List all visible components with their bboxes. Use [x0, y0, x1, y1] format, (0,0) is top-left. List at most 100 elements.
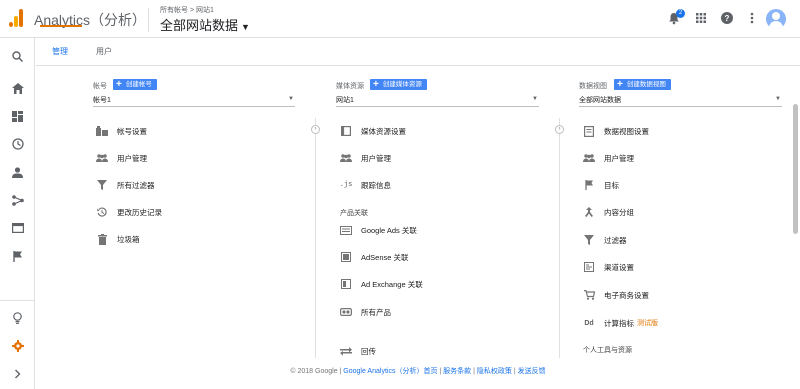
menu-ad-exchange-linking-label: Ad Exchange 关联 — [361, 279, 423, 289]
menu-all-filters[interactable]: 所有过滤器 — [96, 178, 155, 192]
footer-link-terms[interactable]: 服务条款 — [443, 368, 471, 375]
header-divider — [148, 8, 149, 32]
plus-icon: + — [116, 79, 122, 90]
menu-content-grouping[interactable]: 内容分组 — [583, 205, 634, 219]
menu-ecommerce-settings-label: 电子商务设置 — [604, 290, 649, 300]
account-avatar[interactable] — [766, 9, 786, 29]
menu-property-settings-label: 媒体资源设置 — [361, 126, 406, 136]
view-selector[interactable]: 全部网站数据 ▼ — [160, 15, 250, 34]
footer-link-feedback[interactable]: 发送反馈 — [518, 368, 546, 375]
dropdown-caret-icon: ▼ — [775, 96, 781, 102]
more-vert-icon[interactable] — [745, 11, 759, 25]
help-icon[interactable]: ? — [720, 11, 734, 25]
breadcrumb[interactable]: 所有帐号 > 网站1 — [160, 5, 214, 15]
menu-change-history[interactable]: 更改历史记录 — [96, 205, 162, 219]
menu-account-user-management[interactable]: 用户管理 — [96, 151, 147, 165]
apps-grid-icon[interactable] — [694, 11, 708, 25]
property-column-label: 媒体资源 — [336, 83, 364, 90]
menu-account-settings[interactable]: 帐号设置 — [96, 124, 147, 138]
menu-calculated-metrics[interactable]: Dd 计算指标 测试版 — [583, 316, 658, 330]
menu-property-user-management-label: 用户管理 — [361, 153, 391, 163]
audience-person-icon[interactable] — [0, 160, 35, 184]
top-app-bar: Analytics（分析） 所有帐号 > 网站1 全部网站数据 ▼ 2 ? — [0, 0, 800, 38]
property-window-icon — [340, 126, 352, 136]
menu-view-user-management[interactable]: 用户管理 — [583, 151, 634, 165]
behavior-icon[interactable] — [0, 216, 35, 240]
menu-property-settings[interactable]: 媒体资源设置 — [340, 124, 406, 138]
menu-adsense-linking[interactable]: AdSense 关联 — [340, 250, 409, 264]
view-column-label: 数据视图 — [579, 83, 607, 90]
menu-google-ads-linking[interactable]: Google Ads 关联 — [340, 223, 417, 237]
create-view-button[interactable]: + 创建数据视图 — [614, 79, 671, 90]
home-icon[interactable] — [0, 76, 35, 100]
menu-ad-exchange-linking[interactable]: Ad Exchange 关联 — [340, 277, 423, 291]
column-divider — [559, 118, 560, 358]
menu-view-filters[interactable]: 过滤器 — [583, 233, 627, 247]
content-grouping-icon — [583, 207, 595, 217]
menu-trash[interactable]: 垃圾箱 — [96, 232, 140, 246]
document-icon — [583, 125, 595, 137]
page-scrollbar[interactable] — [793, 104, 798, 234]
menu-postbacks-label: 回传 — [361, 346, 376, 356]
people-icon — [583, 153, 595, 163]
acquisition-icon[interactable] — [0, 188, 35, 212]
app-title[interactable]: Analytics（分析） — [34, 10, 146, 30]
menu-all-products[interactable]: 所有产品 — [340, 305, 391, 319]
search-icon[interactable] — [0, 44, 35, 68]
menu-property-user-management[interactable]: 用户管理 — [340, 151, 391, 165]
menu-view-settings[interactable]: 数据视图设置 — [583, 124, 649, 138]
shopping-cart-icon — [583, 290, 595, 300]
notification-count-badge: 2 — [676, 9, 685, 18]
customization-icon[interactable] — [0, 104, 35, 128]
menu-goals[interactable]: 目标 — [583, 178, 619, 192]
rail-divider — [0, 300, 35, 301]
adsense-link-icon — [340, 252, 352, 262]
active-tab-indicator — [40, 25, 82, 27]
create-account-button[interactable]: + 创建帐号 — [113, 79, 157, 90]
js-icon: .js — [339, 181, 353, 189]
chevron-down-icon: ▼ — [241, 22, 250, 32]
menu-postbacks[interactable]: 回传 — [340, 344, 376, 358]
filter-funnel-icon — [583, 235, 595, 245]
menu-ecommerce-settings[interactable]: 电子商务设置 — [583, 288, 649, 302]
tab-admin[interactable]: 管理 — [52, 46, 68, 57]
discover-lightbulb-icon[interactable] — [0, 306, 35, 330]
history-icon — [96, 207, 108, 217]
account-select[interactable]: 帐号1 ▼ — [93, 95, 295, 107]
menu-channel-settings[interactable]: 渠道设置 — [583, 260, 634, 274]
trash-icon — [96, 233, 108, 245]
footer-link-privacy[interactable]: 隐私权政策 — [477, 368, 512, 375]
expand-chevron-right-icon[interactable] — [0, 362, 35, 386]
tab-users[interactable]: 用户 — [96, 46, 112, 57]
property-select-value: 网站1 — [336, 97, 354, 104]
menu-tracking-info[interactable]: .js 跟踪信息 — [340, 178, 391, 192]
dropdown-caret-icon: ▼ — [288, 96, 294, 102]
property-select[interactable]: 网站1 ▼ — [336, 95, 539, 107]
create-property-label: 创建媒体资源 — [382, 81, 422, 88]
postback-arrows-icon — [340, 346, 352, 356]
conversions-flag-icon[interactable] — [0, 244, 35, 268]
left-nav-rail — [0, 38, 35, 389]
menu-view-filters-label: 过滤器 — [604, 235, 627, 245]
menu-view-user-management-label: 用户管理 — [604, 153, 634, 163]
view-select-value: 全部网站数据 — [579, 97, 621, 104]
analytics-logo-icon[interactable] — [9, 9, 25, 27]
admin-tabs: 管理 用户 — [36, 38, 800, 66]
footer-link-home[interactable]: Google Analytics（分析）首页 — [343, 368, 437, 375]
menu-all-filters-label: 所有过滤器 — [117, 180, 155, 190]
plus-icon: + — [373, 79, 379, 90]
people-icon — [340, 153, 352, 163]
create-account-label: 创建帐号 — [125, 81, 152, 88]
personal-tools-heading: 个人工具与资源 — [583, 347, 632, 354]
beta-badge: 测试版 — [637, 320, 658, 327]
column-divider — [315, 118, 316, 358]
account-select-value: 帐号1 — [93, 97, 111, 104]
filter-funnel-icon — [96, 180, 108, 190]
view-select[interactable]: 全部网站数据 ▼ — [579, 95, 782, 107]
calculated-metrics-dd-icon: Dd — [584, 319, 594, 327]
create-property-button[interactable]: + 创建媒体资源 — [370, 79, 427, 90]
dropdown-caret-icon: ▼ — [532, 96, 538, 102]
admin-gear-icon[interactable] — [0, 334, 35, 358]
menu-trash-label: 垃圾箱 — [117, 234, 140, 244]
realtime-clock-icon[interactable] — [0, 132, 35, 156]
